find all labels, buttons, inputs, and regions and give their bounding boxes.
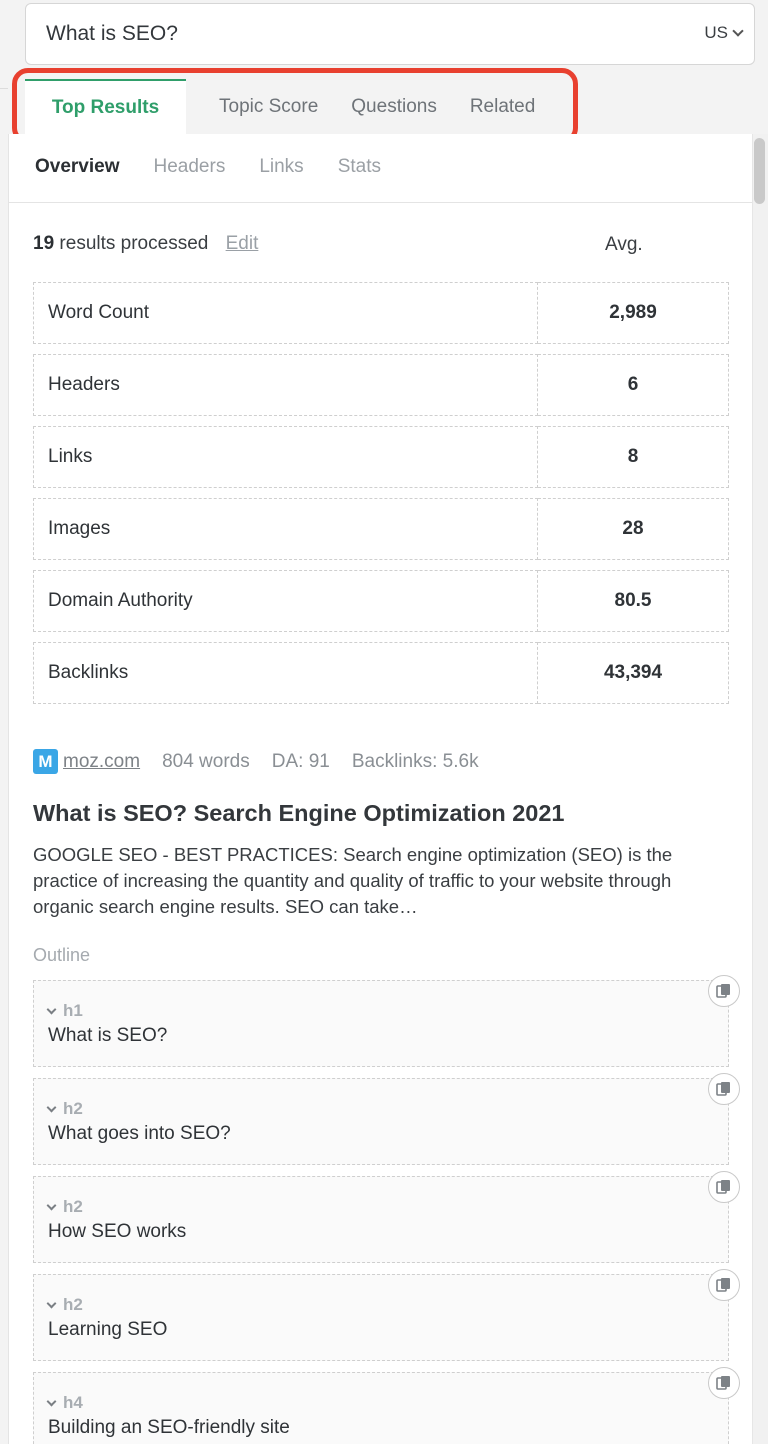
chevron-down-icon: [732, 25, 744, 37]
gutter-divider: [0, 88, 8, 89]
outline-level-toggle[interactable]: h2: [46, 1197, 83, 1217]
results-count: 19: [33, 233, 55, 254]
stat-name: Headers: [33, 354, 538, 416]
outline-item: h2 Learning SEO: [33, 1269, 740, 1361]
outline-level-toggle[interactable]: h4: [46, 1393, 83, 1413]
result-title: What is SEO? Search Engine Optimization …: [33, 800, 565, 826]
results-text: results processed: [59, 233, 209, 254]
heading-text: Building an SEO-friendly site: [48, 1417, 290, 1438]
scrollbar-thumb[interactable]: [754, 138, 765, 204]
moz-logo-icon: M: [33, 749, 58, 774]
stats-table: Word Count 2,989 Headers 6 Links 8 Image…: [33, 282, 729, 714]
stat-name: Backlinks: [33, 642, 538, 704]
subtab-stats[interactable]: Stats: [338, 156, 381, 178]
copy-button[interactable]: [708, 975, 740, 1007]
stat-row-backlinks: Backlinks 43,394: [33, 642, 729, 704]
chevron-down-icon: [46, 1200, 57, 1210]
word-count-meta: 804 words: [162, 750, 250, 772]
result-source: M moz.com 804 words DA: 91 Backlinks: 5.…: [33, 749, 479, 774]
outline-item: h2 How SEO works: [33, 1171, 740, 1263]
stat-name: Domain Authority: [33, 570, 538, 632]
tab-top-results[interactable]: Top Results: [25, 79, 186, 134]
tab-questions[interactable]: Questions: [351, 79, 437, 134]
stat-value: 43,394: [538, 642, 729, 704]
copy-icon: [716, 1082, 730, 1096]
subtab-overview[interactable]: Overview: [35, 156, 120, 178]
copy-button[interactable]: [708, 1171, 740, 1203]
stat-value: 6: [538, 354, 729, 416]
tab-topic-score[interactable]: Topic Score: [219, 79, 318, 134]
results-summary: 19 results processed Edit: [33, 233, 258, 255]
stat-row-word-count: Word Count 2,989: [33, 282, 729, 344]
source-domain-link[interactable]: moz.com: [63, 751, 140, 773]
subtabs-divider: [9, 202, 753, 203]
stat-name: Word Count: [33, 282, 538, 344]
outline-level-toggle[interactable]: h1: [46, 1001, 83, 1021]
copy-icon: [716, 1278, 730, 1292]
chevron-down-icon: [46, 1004, 57, 1014]
backlinks-meta: Backlinks: 5.6k: [351, 750, 479, 772]
main-tabs: Top Results Topic Score Questions Relate…: [25, 79, 535, 134]
country-code: US: [704, 23, 728, 42]
search-bar: US: [25, 3, 755, 65]
heading-text: Learning SEO: [48, 1319, 168, 1340]
outline-label: Outline: [33, 945, 91, 965]
search-input[interactable]: [46, 4, 646, 64]
heading-text: What is SEO?: [48, 1025, 168, 1046]
outline-level-toggle[interactable]: h2: [46, 1099, 83, 1119]
stat-value: 8: [538, 426, 729, 488]
outline-item: h1 What is SEO?: [33, 975, 740, 1067]
copy-icon: [716, 984, 730, 998]
heading-text: How SEO works: [48, 1221, 187, 1242]
heading-level: h2: [63, 1295, 83, 1314]
chevron-down-icon: [46, 1102, 57, 1112]
outline-level-toggle[interactable]: h2: [46, 1295, 83, 1315]
scrollbar-track[interactable]: [752, 134, 768, 1444]
subtab-links[interactable]: Links: [259, 156, 303, 178]
stat-value: 2,989: [538, 282, 729, 344]
copy-icon: [716, 1180, 730, 1194]
stat-row-headers: Headers 6: [33, 354, 729, 416]
outline-item: h2 What goes into SEO?: [33, 1073, 740, 1165]
chevron-down-icon: [46, 1298, 57, 1308]
tab-related[interactable]: Related: [470, 79, 536, 134]
stat-name: Images: [33, 498, 538, 560]
subtab-headers[interactable]: Headers: [154, 156, 226, 178]
stat-row-domain-authority: Domain Authority 80.5: [33, 570, 729, 632]
outline-item: h4 Building an SEO-friendly site: [33, 1367, 740, 1444]
da-meta: DA: 91: [271, 750, 330, 772]
stat-name: Links: [33, 426, 538, 488]
heading-level: h2: [63, 1099, 83, 1118]
heading-level: h4: [63, 1393, 83, 1412]
copy-button[interactable]: [708, 1269, 740, 1301]
result-snippet: GOOGLE SEO - BEST PRACTICES: Search engi…: [33, 844, 673, 917]
stat-value: 80.5: [538, 570, 729, 632]
stat-row-images: Images 28: [33, 498, 729, 560]
stat-value: 28: [538, 498, 729, 560]
chevron-down-icon: [46, 1396, 57, 1406]
heading-level: h1: [63, 1001, 83, 1020]
heading-level: h2: [63, 1197, 83, 1216]
country-select[interactable]: US: [704, 23, 744, 43]
sub-tabs: Overview Headers Links Stats: [35, 156, 381, 178]
results-panel: Overview Headers Links Stats 19 results …: [8, 134, 753, 1444]
copy-button[interactable]: [708, 1073, 740, 1105]
copy-icon: [716, 1376, 730, 1390]
avg-column-label: Avg.: [605, 234, 643, 255]
stat-row-links: Links 8: [33, 426, 729, 488]
heading-text: What goes into SEO?: [48, 1123, 231, 1144]
outline-list: h1 What is SEO? h2 What goes into SEO? h…: [33, 975, 740, 1444]
edit-link[interactable]: Edit: [226, 233, 259, 254]
copy-button[interactable]: [708, 1367, 740, 1399]
